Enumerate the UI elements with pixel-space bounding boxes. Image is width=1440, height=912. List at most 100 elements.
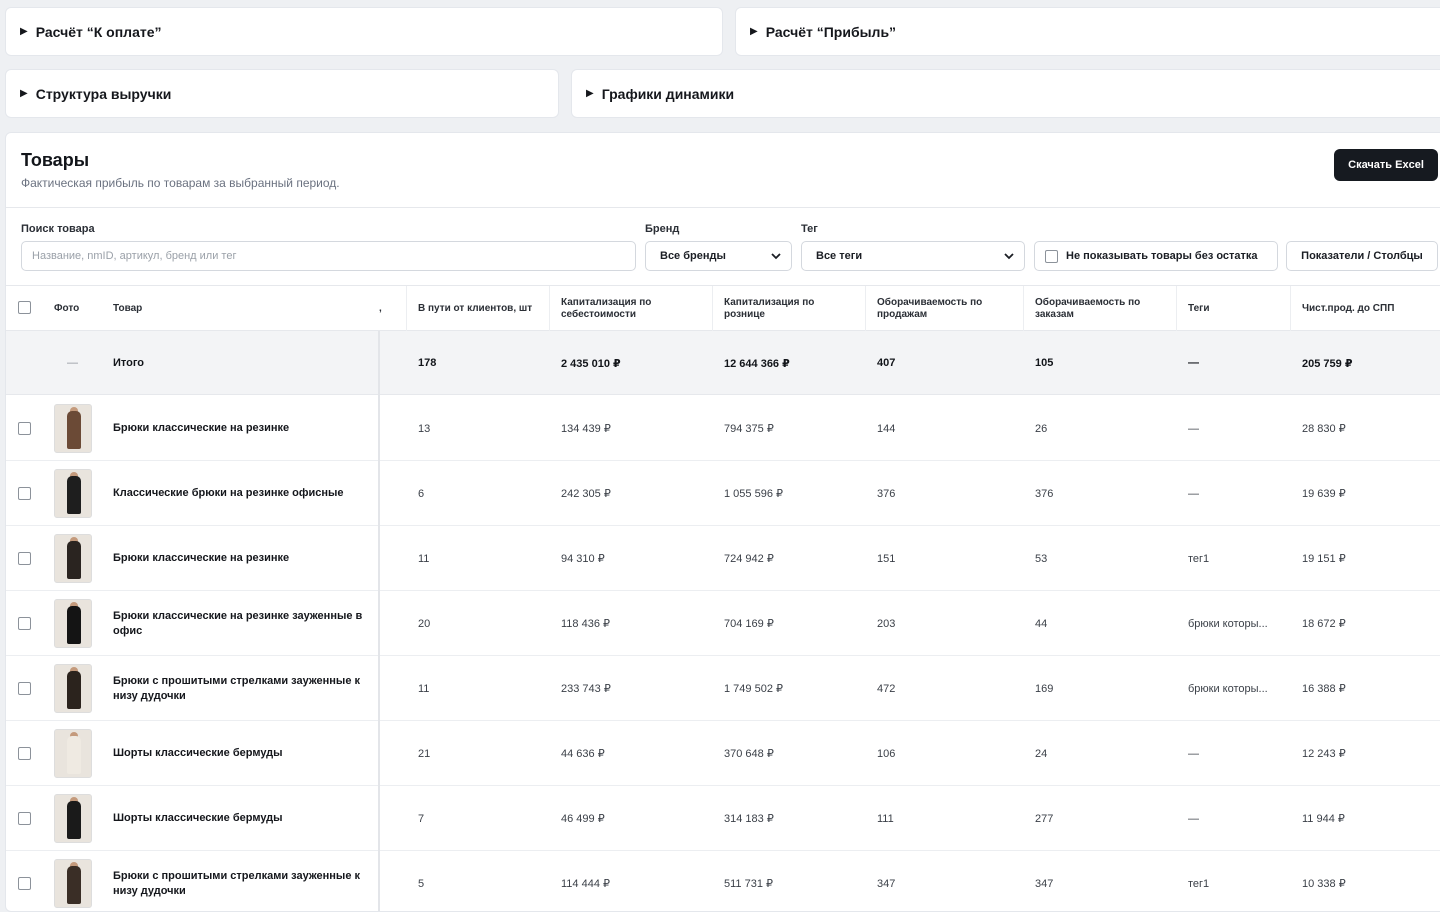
chevron-down-icon — [1004, 253, 1014, 260]
hide-empty-toggle[interactable]: Не показывать товары без остатка — [1034, 241, 1278, 271]
cell-cap-cost: 114 444 ₽ — [561, 878, 611, 890]
col-cap-retail[interactable]: Капитализация по рознице — [724, 286, 854, 332]
accordion-dynamics-charts[interactable]: ▶ Графики динамики — [571, 69, 1440, 118]
product-name[interactable]: Шорты классические бермуды — [113, 786, 373, 851]
cell-cap-retail: 511 731 ₽ — [724, 878, 774, 890]
table-row[interactable]: Шорты классические бермуды 21 44 636 ₽ 3… — [6, 721, 1440, 786]
row-checkbox[interactable] — [18, 747, 31, 760]
col-turn-sales[interactable]: Оборачиваемость по продажам — [877, 286, 1012, 332]
row-checkbox[interactable] — [18, 422, 31, 435]
cell-cap-retail: 1 055 596 ₽ — [724, 488, 783, 500]
product-name[interactable]: Брюки с прошитыми стрелками зауженные к … — [113, 656, 373, 721]
photo-figure — [67, 671, 81, 709]
table-row[interactable]: Брюки классические на резинке 13 134 439… — [6, 396, 1440, 461]
col-photo: Фото — [54, 303, 80, 314]
table-row[interactable]: Брюки с прошитыми стрелками зауженные к … — [6, 656, 1440, 721]
product-name[interactable]: Брюки классические на резинке — [113, 526, 373, 591]
cell-tags: — — [1188, 812, 1199, 825]
page-title: Товары — [21, 150, 90, 170]
cell-net-sales: 10 338 ₽ — [1302, 878, 1346, 890]
accordion-profit-calc[interactable]: ▶ Расчёт “Прибыль” — [735, 7, 1440, 56]
cell-tags: — — [1188, 747, 1199, 760]
col-cap-cost[interactable]: Капитализация по себестоимости — [561, 286, 701, 332]
cell-turn-sales: 144 — [877, 422, 896, 435]
photo-figure — [67, 411, 81, 449]
product-name[interactable]: Брюки классические на резинке — [113, 396, 373, 461]
tag-select-value: Все теги — [816, 250, 863, 262]
row-checkbox[interactable] — [18, 617, 31, 630]
total-cap-cost: 2 435 010 ₽ — [561, 357, 621, 370]
col-divider — [1290, 286, 1291, 332]
row-checkbox[interactable] — [18, 487, 31, 500]
product-photo[interactable] — [54, 859, 92, 908]
row-checkbox[interactable] — [18, 682, 31, 695]
cell-turn-sales: 106 — [877, 747, 896, 760]
cell-turn-sales: 347 — [877, 877, 896, 890]
search-input[interactable]: Название, nmID, артикул, бренд или тег — [21, 241, 636, 271]
cell-tags: брюки которы... — [1188, 617, 1268, 630]
cell-turn-orders: 24 — [1035, 747, 1048, 760]
product-photo[interactable] — [54, 469, 92, 518]
total-label: Итого — [113, 357, 145, 369]
table-row[interactable]: Брюки классические на резинке 11 94 310 … — [6, 526, 1440, 591]
product-name[interactable]: Классические брюки на резинке офисные — [113, 461, 373, 526]
hide-empty-checkbox[interactable] — [1045, 249, 1058, 263]
col-tags[interactable]: Теги — [1188, 286, 1209, 332]
cell-cap-retail: 1 749 502 ₽ — [724, 683, 783, 695]
cell-turn-orders: 169 — [1035, 682, 1054, 695]
product-name[interactable]: Брюки классические на резинке зауженные … — [113, 591, 373, 656]
col-divider — [549, 286, 550, 332]
cell-in-transit: 11 — [418, 552, 430, 565]
brand-select[interactable]: Все бренды — [645, 241, 792, 271]
row-checkbox[interactable] — [18, 812, 31, 825]
cell-net-sales: 12 243 ₽ — [1302, 748, 1346, 760]
cell-cap-cost: 118 436 ₽ — [561, 618, 611, 630]
row-checkbox[interactable] — [18, 552, 31, 565]
table-row[interactable]: Брюки классические на резинке зауженные … — [6, 591, 1440, 656]
cell-in-transit: 13 — [418, 422, 431, 435]
accordion-payment-calc[interactable]: ▶ Расчёт “К оплате” — [5, 7, 723, 56]
col-divider — [712, 286, 713, 332]
tag-label: Тег — [801, 223, 818, 235]
total-tags: — — [1188, 357, 1199, 369]
accordion-label: Структура выручки — [35, 85, 172, 102]
brand-select-value: Все бренды — [660, 250, 726, 262]
product-photo[interactable] — [54, 404, 92, 453]
expand-triangle-icon: ▶ — [20, 88, 28, 99]
product-name[interactable]: Шорты классические бермуды — [113, 721, 373, 786]
search-label: Поиск товара — [21, 223, 95, 235]
col-divider — [406, 286, 407, 332]
col-turn-orders[interactable]: Оборачиваемость по заказам — [1035, 286, 1170, 332]
columns-button[interactable]: Показатели / Столбцы — [1286, 241, 1438, 271]
col-product[interactable]: Товар — [113, 286, 142, 332]
download-excel-button[interactable]: Скачать Excel — [1334, 149, 1438, 181]
product-name[interactable]: Брюки с прошитыми стрелками зауженные к … — [113, 851, 373, 911]
product-photo[interactable] — [54, 729, 92, 778]
total-net-sales: 205 759 ₽ — [1302, 357, 1353, 370]
cell-turn-orders: 26 — [1035, 422, 1048, 435]
tag-select[interactable]: Все теги — [801, 241, 1025, 271]
table-row[interactable]: Шорты классические бермуды 7 46 499 ₽ 31… — [6, 786, 1440, 851]
total-photo: — — [67, 357, 78, 369]
table-row[interactable]: Брюки с прошитыми стрелками зауженные к … — [6, 851, 1440, 911]
total-row: — Итого 178 2 435 010 ₽ 12 644 366 ₽ 407… — [6, 331, 1440, 395]
row-checkbox[interactable] — [18, 877, 31, 890]
accordion-revenue-structure[interactable]: ▶ Структура выручки — [5, 69, 559, 118]
cell-net-sales: 19 639 ₽ — [1302, 488, 1346, 500]
photo-figure — [67, 541, 81, 579]
cell-in-transit: 7 — [418, 812, 425, 825]
cell-tags: брюки которы... — [1188, 682, 1268, 695]
cell-turn-orders: 347 — [1035, 877, 1054, 890]
col-net-sales[interactable]: Чист.прод. до СПП — [1302, 286, 1394, 332]
table-row[interactable]: Классические брюки на резинке офисные 6 … — [6, 461, 1440, 526]
accordion-label: Расчёт “Прибыль” — [765, 23, 897, 40]
product-photo[interactable] — [54, 534, 92, 583]
product-photo[interactable] — [54, 599, 92, 648]
col-divider — [1023, 286, 1024, 332]
photo-figure — [67, 736, 81, 774]
table-header: Фото Товар , В пути от клиентов, шт Капи… — [6, 285, 1440, 332]
product-photo[interactable] — [54, 664, 92, 713]
product-photo[interactable] — [54, 794, 92, 843]
select-all-checkbox[interactable] — [18, 301, 31, 314]
col-in-transit[interactable]: В пути от клиентов, шт — [418, 286, 538, 332]
